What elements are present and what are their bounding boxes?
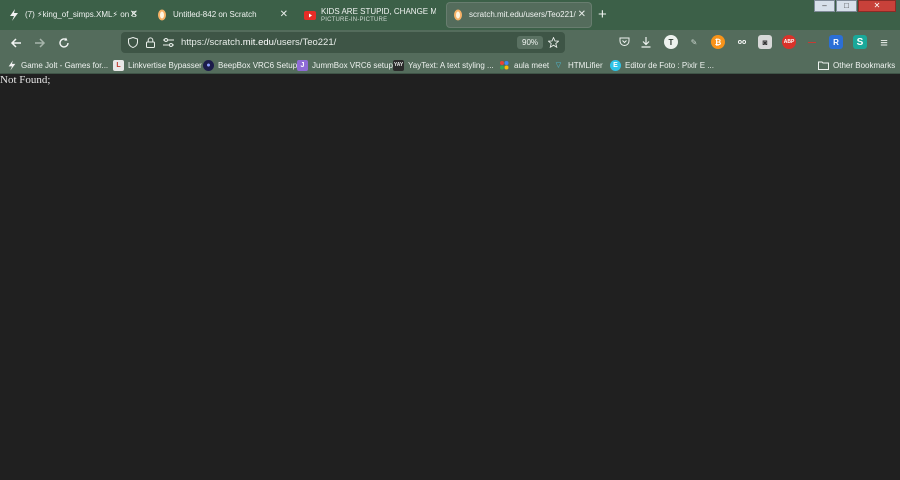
tab-strip: (7) ⚡king_of_simps.XML⚡ on ⁠S ✕ Untitled… <box>0 0 900 30</box>
close-icon[interactable]: ✕ <box>130 9 138 21</box>
bookmark-label: YayText: A text styling ... <box>408 60 494 70</box>
minimize-button[interactable]: – <box>814 0 835 12</box>
screenshot-icon[interactable]: ◙ <box>758 35 772 49</box>
youtube-icon <box>304 9 316 21</box>
back-button[interactable] <box>8 35 24 51</box>
bookmark-label: aula meet <box>514 60 550 70</box>
bookmark-aula-meet[interactable]: aula meet <box>499 58 549 72</box>
tab-label: KIDS ARE STUPID, CHANGE MY <box>321 6 436 16</box>
lock-icon[interactable] <box>144 36 156 48</box>
bookmark-star-icon[interactable] <box>547 36 559 48</box>
bookmark-pixlr[interactable]: E Editor de Foto : Pixlr E ... <box>610 58 714 72</box>
url-text[interactable]: https://scratch.mit.edu/users/Teo221/ <box>181 37 336 48</box>
page-content: Not Found; <box>0 74 900 480</box>
close-window-button[interactable]: ✕ <box>858 0 896 12</box>
tampermonkey-icon[interactable]: T <box>664 35 678 49</box>
arrow-left-icon <box>10 38 21 48</box>
tab-teo221-profile[interactable]: scratch.mit.edu/users/Teo221/ ✕ <box>446 2 592 28</box>
bookmark-label: BeepBox VRC6 Setup <box>218 60 298 70</box>
tab-label: scratch.mit.edu/users/Teo221/ <box>469 10 576 19</box>
reload-icon <box>59 37 69 48</box>
new-tab-button[interactable]: + <box>598 7 607 22</box>
meet-icon <box>499 60 510 71</box>
glasses-icon[interactable]: oo <box>735 35 749 49</box>
download-icon[interactable] <box>639 35 653 49</box>
reload-button[interactable] <box>56 35 72 51</box>
bookmark-beepbox[interactable]: ● BeepBox VRC6 Setup <box>203 58 297 72</box>
bookmark-yaytext[interactable]: YAY YayText: A text styling ... <box>393 58 494 72</box>
dash-icon[interactable]: — <box>805 35 819 49</box>
other-bookmarks-label: Other Bookmarks <box>833 60 896 70</box>
close-icon[interactable]: ✕ <box>578 9 586 21</box>
window-controls: – □ ✕ <box>814 0 896 12</box>
folder-icon <box>818 60 829 71</box>
url-host: mit.edu <box>242 37 274 48</box>
yaytext-icon: YAY <box>393 59 404 71</box>
tab-label: (7) ⚡king_of_simps.XML⚡ on ⁠S <box>25 10 137 19</box>
bookmark-linkvertise-bypasser[interactable]: L Linkvertise Bypasser <box>113 58 202 72</box>
bookmark-htmlifier[interactable]: ▽ HTMLifier <box>553 58 603 72</box>
scratch-icon <box>156 9 168 21</box>
bookmark-label: HTMLifier <box>568 60 603 70</box>
menu-icon[interactable]: ≡ <box>877 35 891 50</box>
zoom-level-button[interactable]: 90% <box>517 36 544 49</box>
navigation-toolbar: https://scratch.mit.edu/users/Teo221/ 90… <box>0 30 900 56</box>
url-prefix: https://scratch. <box>181 37 243 48</box>
bookmarks-toolbar: Game Jolt - Games for... L Linkvertise B… <box>0 56 900 74</box>
pocket-icon[interactable] <box>617 35 631 49</box>
jummbox-icon: J <box>297 59 308 71</box>
tab-label: Untitled-842 on Scratch <box>173 10 257 19</box>
s-icon[interactable]: S <box>853 35 867 49</box>
adblock-icon[interactable]: ABP <box>782 35 796 49</box>
pixlr-icon: E <box>610 59 621 71</box>
tab-king-of-simps[interactable]: (7) ⚡king_of_simps.XML⚡ on ⁠S ✕ <box>2 2 144 28</box>
forward-button[interactable] <box>32 35 48 51</box>
bitcoin-icon[interactable]: ₿ <box>711 35 725 49</box>
picture-in-picture-label: PICTURE-IN-PICTURE <box>321 16 388 23</box>
bookmark-game-jolt[interactable]: Game Jolt - Games for... <box>6 58 108 72</box>
shield-icon[interactable] <box>127 36 139 48</box>
bookmark-label: JummBox VRC6 setup <box>312 60 393 70</box>
linkvertise-icon: L <box>113 59 124 71</box>
bookmark-jummbox[interactable]: J JummBox VRC6 setup <box>297 58 393 72</box>
gamejolt-icon <box>6 60 17 71</box>
beepbox-icon: ● <box>203 59 214 71</box>
permissions-icon[interactable] <box>162 36 174 48</box>
bookmark-label: Game Jolt - Games for... <box>21 60 109 70</box>
close-icon[interactable]: ✕ <box>280 9 288 21</box>
eyedropper-icon[interactable]: ✎ <box>687 35 701 49</box>
bookmark-label: Editor de Foto : Pixlr E ... <box>625 60 714 70</box>
tr-icon[interactable]: R <box>829 35 843 49</box>
address-bar[interactable]: https://scratch.mit.edu/users/Teo221/ 90… <box>121 32 565 53</box>
arrow-right-icon <box>35 38 46 48</box>
maximize-button[interactable]: □ <box>836 0 857 12</box>
not-found-message: Not Found; <box>0 74 51 86</box>
tab-untitled-842[interactable]: Untitled-842 on Scratch ✕ <box>150 2 294 28</box>
htmlifier-icon: ▽ <box>555 62 562 69</box>
url-path: /users/Teo221/ <box>273 37 337 48</box>
tab-kids-are-stupid[interactable]: KIDS ARE STUPID, CHANGE MY PICTURE-IN-PI… <box>298 2 442 28</box>
bookmark-label: Linkvertise Bypasser <box>128 60 202 70</box>
gamejolt-icon <box>8 9 20 21</box>
scratch-icon <box>452 9 464 21</box>
other-bookmarks-folder[interactable]: Other Bookmarks <box>818 58 895 72</box>
